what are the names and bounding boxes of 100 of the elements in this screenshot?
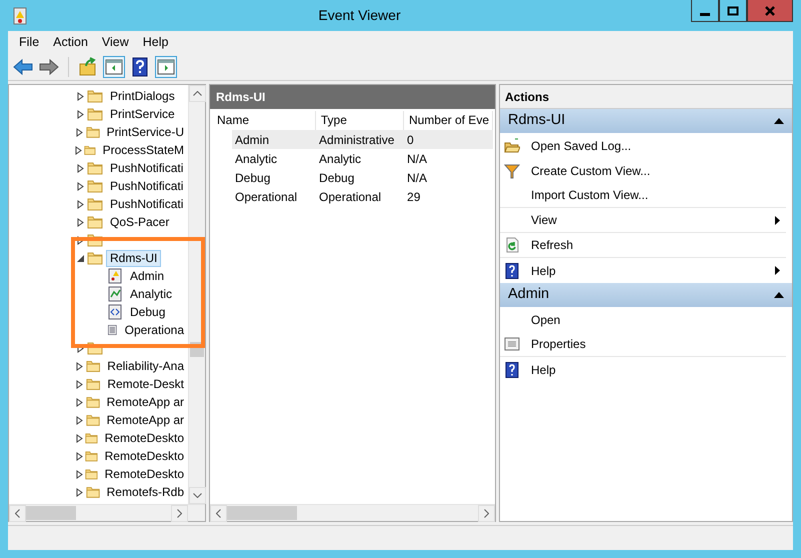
folder-icon bbox=[86, 394, 100, 410]
command-item[interactable]: Create Custom View... bbox=[500, 158, 786, 183]
vertical-scrollbar[interactable] bbox=[188, 85, 205, 504]
tree-item[interactable]: PushNotificati bbox=[106, 196, 188, 212]
folder-icon bbox=[87, 88, 103, 104]
tree-item[interactable]: RemoteDeskto bbox=[100, 430, 188, 446]
folder-icon bbox=[87, 160, 103, 176]
log-chart-icon bbox=[107, 286, 123, 302]
expand-arrow-icon[interactable] bbox=[76, 434, 84, 442]
pane-toggle-icon bbox=[156, 56, 176, 76]
tree-item[interactable]: PrintService-U bbox=[102, 124, 188, 140]
table-row[interactable]: Operational Operational 29 bbox=[232, 187, 493, 206]
expand-arrow-icon[interactable] bbox=[77, 92, 85, 100]
folder-icon bbox=[86, 124, 100, 140]
tree-item[interactable]: ProcessStateM bbox=[98, 142, 188, 158]
expand-arrow-icon[interactable] bbox=[76, 488, 84, 496]
tree-item[interactable]: PrintService bbox=[106, 106, 179, 122]
table-cell-text: 29 bbox=[406, 188, 422, 206]
table-cell-text: Debug bbox=[318, 170, 356, 186]
tree-item[interactable]: Reliability-Ana bbox=[103, 358, 188, 374]
tree-item[interactable]: Remote-Deskt bbox=[103, 376, 188, 392]
scroll-down-icon[interactable] bbox=[193, 493, 202, 498]
tree-item[interactable]: PrintDialogs bbox=[106, 88, 179, 104]
expand-arrow-icon[interactable] bbox=[77, 218, 85, 226]
command-item[interactable]: View bbox=[500, 208, 786, 233]
expand-arrow-icon[interactable] bbox=[75, 146, 84, 154]
forward-arrow-icon bbox=[39, 56, 59, 76]
folder-icon bbox=[86, 358, 100, 374]
back-arrow-icon bbox=[13, 56, 33, 76]
refresh-icon bbox=[504, 237, 520, 253]
table-cell-text: Administrative bbox=[318, 132, 396, 148]
expand-arrow-icon[interactable] bbox=[76, 470, 84, 478]
toolbar-button[interactable] bbox=[103, 56, 125, 78]
table-cell-text: Operational bbox=[318, 188, 382, 206]
window-title: Event Viewer bbox=[317, 6, 402, 25]
tree-item[interactable]: PushNotificati bbox=[106, 178, 188, 194]
scroll-left-icon[interactable] bbox=[15, 509, 20, 518]
tree-item[interactable]: Rdms-UI bbox=[106, 250, 162, 266]
close-button[interactable] bbox=[747, 0, 793, 22]
expand-arrow-icon[interactable] bbox=[77, 164, 85, 172]
folder-icon bbox=[87, 178, 103, 194]
help-icon bbox=[130, 56, 150, 76]
tree-item[interactable]: Remotefs-Rdb bbox=[102, 484, 188, 500]
tree-item[interactable]: RemoteApp ar bbox=[102, 412, 188, 428]
menu-item[interactable]: Action bbox=[46, 32, 95, 52]
toolbar-button[interactable] bbox=[155, 56, 177, 78]
scroll-right-icon[interactable] bbox=[484, 509, 489, 518]
scroll-thumb[interactable] bbox=[227, 506, 297, 520]
expand-arrow-icon[interactable] bbox=[77, 182, 85, 190]
command-item[interactable]: Properties bbox=[500, 332, 786, 357]
menu-item[interactable]: View bbox=[94, 32, 136, 52]
folder-icon bbox=[87, 214, 103, 230]
tree-item[interactable]: QoS-Pacer bbox=[106, 214, 174, 230]
section-header[interactable]: Admin bbox=[500, 283, 792, 307]
expand-arrow-icon[interactable] bbox=[77, 200, 85, 208]
command-item[interactable]: Import Custom View... bbox=[500, 183, 786, 208]
expand-arrow-icon[interactable] bbox=[76, 452, 84, 460]
table-cell-text: Debug bbox=[234, 170, 272, 186]
command-item[interactable]: Open bbox=[500, 307, 786, 332]
properties-icon bbox=[504, 336, 520, 352]
tree-item[interactable]: Analytic bbox=[126, 286, 176, 302]
log-code-icon bbox=[107, 304, 123, 320]
command-item[interactable]: Help bbox=[500, 258, 786, 283]
scroll-right-icon[interactable] bbox=[177, 509, 182, 518]
section-header[interactable]: Rdms-UI bbox=[500, 109, 792, 133]
folder-arrow-icon bbox=[78, 56, 98, 76]
scroll-left-icon[interactable] bbox=[216, 509, 221, 518]
expand-arrow-icon[interactable] bbox=[77, 236, 85, 244]
table-row[interactable]: Admin Administrative 0 bbox=[232, 130, 493, 149]
expand-arrow-icon[interactable] bbox=[77, 110, 85, 118]
tree-item[interactable]: Operationa bbox=[120, 322, 188, 338]
scroll-thumb[interactable] bbox=[26, 506, 76, 520]
tree-item[interactable]: Admin bbox=[126, 268, 168, 284]
expand-arrow-icon[interactable] bbox=[76, 398, 84, 406]
expand-arrow-icon[interactable] bbox=[76, 362, 84, 370]
tree-item[interactable]: PushNotificati bbox=[106, 160, 188, 176]
command-item[interactable]: Refresh bbox=[500, 233, 786, 258]
menu-item[interactable]: Help bbox=[136, 32, 176, 52]
tree-item[interactable]: RemoteApp ar bbox=[102, 394, 188, 410]
tree-item[interactable]: RemoteDeskto bbox=[100, 466, 188, 482]
collapse-arrow-icon[interactable] bbox=[77, 254, 85, 262]
horizontal-scrollbar[interactable] bbox=[9, 504, 205, 521]
submenu-arrow-icon bbox=[775, 266, 780, 275]
minimize-button[interactable] bbox=[691, 0, 719, 22]
folder-icon bbox=[87, 196, 103, 212]
expand-arrow-icon[interactable] bbox=[76, 416, 84, 424]
command-item[interactable]: Open Saved Log... bbox=[500, 133, 786, 158]
tree-item[interactable]: Debug bbox=[126, 304, 170, 320]
tree-item[interactable]: RemoteDeskto bbox=[100, 448, 188, 464]
scroll-up-icon[interactable] bbox=[193, 91, 202, 96]
submenu-arrow-icon bbox=[775, 216, 780, 224]
table-row[interactable]: Analytic Analytic N/A bbox=[232, 149, 493, 168]
folder-icon bbox=[86, 484, 100, 500]
expand-arrow-icon[interactable] bbox=[76, 380, 84, 388]
horizontal-scrollbar[interactable] bbox=[210, 504, 495, 521]
command-item[interactable]: Help bbox=[500, 357, 786, 382]
menu-item[interactable]: File bbox=[12, 32, 46, 52]
pane-title: Actions bbox=[500, 85, 792, 109]
table-row[interactable]: Debug Debug N/A bbox=[232, 168, 493, 187]
expand-arrow-icon[interactable] bbox=[76, 128, 84, 136]
